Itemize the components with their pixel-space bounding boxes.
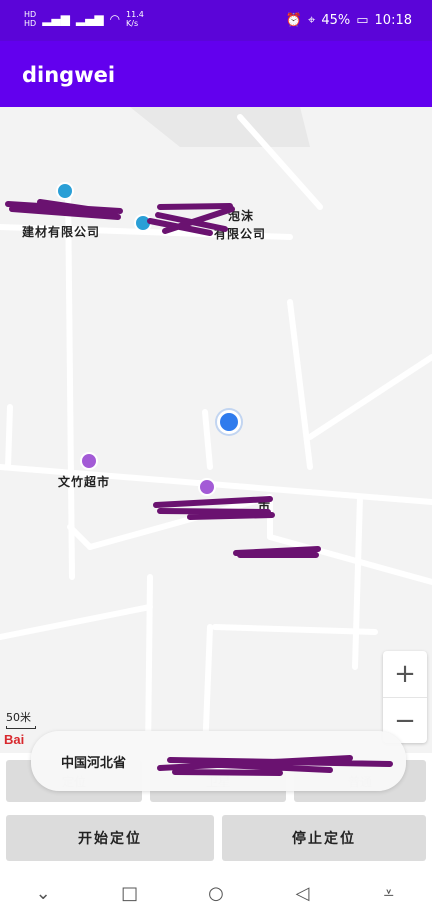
home-icon[interactable]: ○ bbox=[196, 883, 236, 904]
back-icon[interactable]: ◁ bbox=[282, 883, 322, 904]
collapse-icon[interactable]: ⌄ bbox=[23, 883, 63, 904]
download-icon[interactable]: ⩡ bbox=[369, 883, 409, 904]
stop-location-button[interactable]: 停止定位 bbox=[222, 815, 426, 861]
address-redaction bbox=[157, 755, 393, 776]
recent-apps-icon[interactable]: □ bbox=[110, 883, 150, 904]
system-nav-bar: ⌄ □ ○ ◁ ⩡ bbox=[0, 866, 432, 920]
start-location-button[interactable]: 开始定位 bbox=[6, 815, 214, 861]
